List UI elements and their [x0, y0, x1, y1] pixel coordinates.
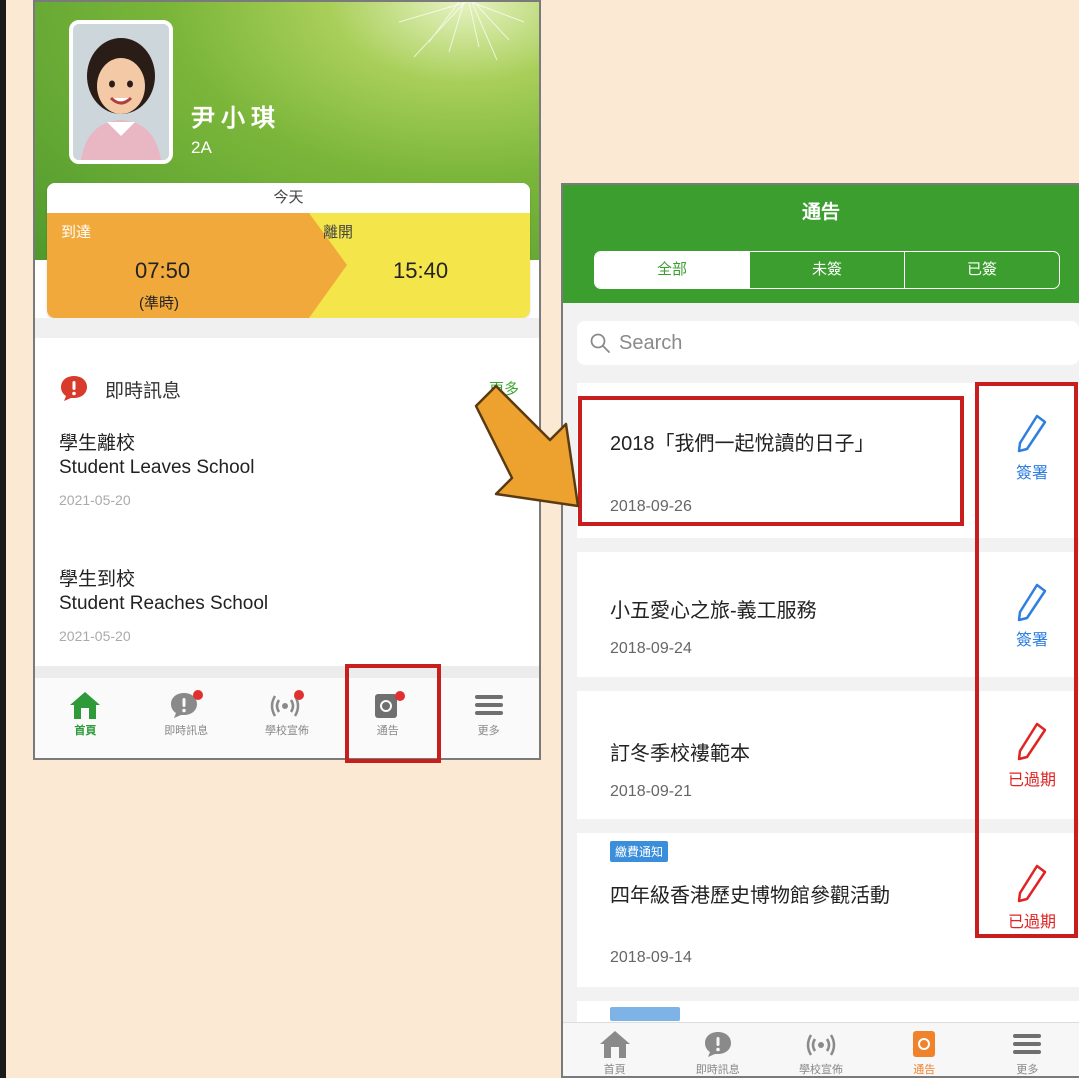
page-title: 通告 — [801, 202, 840, 223]
tab-label: 首頁 — [74, 725, 97, 737]
arrive-status: (準時) — [139, 295, 179, 312]
segment-unsigned[interactable]: 未簽 — [750, 252, 905, 288]
arrive-label: 到達 — [61, 224, 92, 241]
message-item[interactable]: 學生到校 Student Reaches School 2021-05-20 — [59, 568, 499, 644]
message-date: 2021-05-20 — [59, 492, 131, 508]
payment-badge: 繳費通知 — [610, 841, 669, 862]
home-icon — [70, 692, 101, 719]
student-avatar — [69, 20, 173, 164]
notice-date: 2018-09-14 — [610, 949, 692, 966]
tab-more[interactable]: 更多 — [438, 690, 539, 758]
tab-notices[interactable]: 通告 — [873, 1023, 976, 1076]
notice-tab-highlight — [345, 664, 441, 763]
message-item[interactable]: 學生離校 Student Leaves School 2021-05-20 — [59, 432, 499, 508]
student-class: 2A — [191, 138, 212, 157]
notice-date: 2018-09-21 — [610, 783, 692, 800]
search-bar — [577, 321, 1079, 365]
menu-icon — [1013, 1034, 1042, 1054]
tab-label: 即時訊息 — [695, 1064, 740, 1076]
tab-label: 首頁 — [603, 1064, 626, 1076]
tab-home[interactable]: 首頁 — [35, 690, 136, 758]
message-date: 2021-05-20 — [59, 628, 131, 644]
tab-home[interactable]: 首頁 — [563, 1023, 666, 1076]
tab-announcements[interactable]: 學校宣佈 — [769, 1023, 872, 1076]
message-title-en: Student Reaches School — [59, 593, 269, 614]
tab-more[interactable]: 更多 — [976, 1023, 1079, 1076]
search-icon — [590, 333, 610, 353]
bottom-tabbar: 首頁 即時訊息 學校宣佈 通告 更多 — [35, 678, 539, 758]
chat-icon — [704, 1032, 731, 1057]
first-notice-highlight — [578, 396, 964, 526]
notice-date: 2018-09-24 — [610, 640, 692, 657]
chat-icon — [171, 690, 204, 718]
tab-label: 學校宣佈 — [264, 725, 309, 737]
section-divider — [35, 318, 539, 338]
messages-header: 即時訊息 更多 — [59, 374, 519, 402]
alert-chat-icon — [61, 376, 87, 401]
tab-label: 更多 — [1016, 1064, 1039, 1076]
message-title-en: Student Leaves School — [59, 457, 255, 478]
dandelion-decoration — [398, 2, 525, 61]
home-icon — [599, 1031, 630, 1058]
notice-icon — [913, 1031, 936, 1057]
search-input[interactable] — [619, 328, 1039, 358]
notice-title: 四年級香港歷史博物館參觀活動 — [610, 885, 890, 907]
frame-left-border — [0, 0, 6, 1078]
arrive-time: 07:50 — [135, 258, 191, 283]
home-screen: 尹小琪 2A 今天 到達 離開 07:50 (準時) 15:40 即時訊息 更多… — [33, 0, 541, 760]
message-title-zh: 學生離校 — [59, 433, 136, 454]
pointer-arrow — [474, 384, 580, 508]
message-title-zh: 學生到校 — [59, 569, 136, 590]
attendance-today-label: 今天 — [47, 183, 530, 213]
tab-label: 即時訊息 — [164, 725, 209, 737]
arrive-panel — [47, 213, 347, 318]
leave-label: 離開 — [323, 224, 354, 241]
tab-messages[interactable]: 即時訊息 — [666, 1023, 769, 1076]
notices-header: 通告 全部 未簽 已簽 — [563, 185, 1079, 303]
payment-badge-partial — [610, 1007, 680, 1021]
leave-time: 15:40 — [393, 258, 449, 283]
broadcast-icon — [806, 1034, 836, 1056]
action-column-highlight — [975, 382, 1078, 938]
segment-all[interactable]: 全部 — [595, 252, 750, 288]
attendance-card[interactable]: 今天 — [47, 183, 530, 318]
tab-label: 更多 — [477, 725, 500, 737]
student-name: 尹小琪 — [191, 105, 281, 132]
messages-title: 即時訊息 — [105, 381, 182, 402]
tab-label: 學校宣佈 — [799, 1064, 843, 1076]
filter-segmented-control: 全部 未簽 已簽 — [594, 251, 1060, 289]
tab-messages[interactable]: 即時訊息 — [136, 690, 237, 758]
broadcast-icon — [270, 690, 304, 717]
bottom-tabbar: 首頁 即時訊息 學校宣佈 通告 更多 — [563, 1022, 1079, 1076]
tab-announcements[interactable]: 學校宣佈 — [237, 690, 338, 758]
menu-icon — [474, 695, 503, 715]
tab-label: 通告 — [913, 1064, 936, 1076]
segment-signed[interactable]: 已簽 — [905, 252, 1059, 288]
notice-title: 訂冬季校褸範本 — [610, 743, 750, 765]
tabbar-divider — [35, 666, 539, 678]
notice-title: 小五愛心之旅-義工服務 — [610, 600, 817, 622]
